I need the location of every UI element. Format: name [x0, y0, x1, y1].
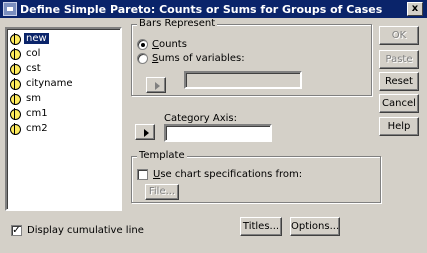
- template-legend: Template: [137, 150, 187, 161]
- ok-button[interactable]: OK: [379, 26, 419, 45]
- sums-variable-arrow-button[interactable]: [146, 77, 166, 93]
- scale-variable-icon: [9, 122, 21, 135]
- variable-label: new: [24, 33, 49, 44]
- file-button[interactable]: File...: [145, 184, 179, 200]
- sums-label: Sums of variables:: [152, 53, 245, 64]
- category-axis-arrow-button[interactable]: [135, 124, 155, 140]
- options-button[interactable]: Options...: [290, 217, 340, 236]
- variable-item[interactable]: new: [9, 31, 120, 46]
- bars-represent-legend: Bars Represent: [137, 18, 218, 29]
- counts-option[interactable]: Counts: [137, 39, 187, 50]
- window-title: Define Simple Pareto: Counts or Sums for…: [20, 2, 383, 16]
- variable-label: cityname: [26, 78, 73, 89]
- sums-variable-field[interactable]: [184, 71, 302, 89]
- counts-radio[interactable]: [137, 39, 148, 50]
- counts-label: Counts: [152, 39, 187, 50]
- variable-item[interactable]: col: [9, 46, 120, 61]
- variable-label: cm1: [26, 108, 48, 119]
- app-icon: [3, 2, 17, 16]
- variable-list[interactable]: new col cst cityname sm cm1 cm2: [5, 27, 122, 211]
- scale-variable-icon: [9, 92, 21, 105]
- paste-button[interactable]: Paste: [379, 50, 419, 69]
- reset-button[interactable]: Reset: [379, 72, 419, 91]
- variable-item[interactable]: cm1: [9, 106, 120, 121]
- variable-item[interactable]: cm2: [9, 121, 120, 136]
- variable-item[interactable]: sm: [9, 91, 120, 106]
- help-button[interactable]: Help: [379, 117, 419, 136]
- titles-button[interactable]: Titles...: [240, 217, 282, 236]
- title-bar: Define Simple Pareto: Counts or Sums for…: [0, 0, 427, 18]
- use-template-label: Use chart specifications from:: [153, 169, 303, 180]
- sums-option[interactable]: Sums of variables:: [137, 53, 245, 64]
- cancel-button[interactable]: Cancel: [379, 94, 419, 113]
- close-button[interactable]: x: [407, 2, 423, 16]
- scale-variable-icon: [9, 47, 21, 60]
- scale-variable-icon: [9, 107, 21, 120]
- scale-variable-icon: [9, 32, 21, 45]
- variable-item[interactable]: cityname: [9, 76, 120, 91]
- cumulative-line-option[interactable]: ✓ Display cumulative line: [11, 225, 144, 236]
- variable-label: cm2: [26, 123, 48, 134]
- cumulative-line-label: Display cumulative line: [27, 225, 144, 236]
- sums-radio[interactable]: [137, 53, 148, 64]
- use-template-checkbox[interactable]: [137, 169, 148, 180]
- cumulative-line-checkbox[interactable]: ✓: [11, 225, 22, 236]
- variable-label: col: [26, 48, 41, 59]
- category-axis-label: Category Axis:: [164, 113, 237, 124]
- use-template-option[interactable]: Use chart specifications from:: [137, 169, 302, 180]
- category-axis-field[interactable]: [164, 124, 272, 142]
- variable-item[interactable]: cst: [9, 61, 120, 76]
- scale-variable-icon: [9, 62, 21, 75]
- variable-label: cst: [26, 63, 41, 74]
- scale-variable-icon: [9, 77, 21, 90]
- variable-label: sm: [26, 93, 41, 104]
